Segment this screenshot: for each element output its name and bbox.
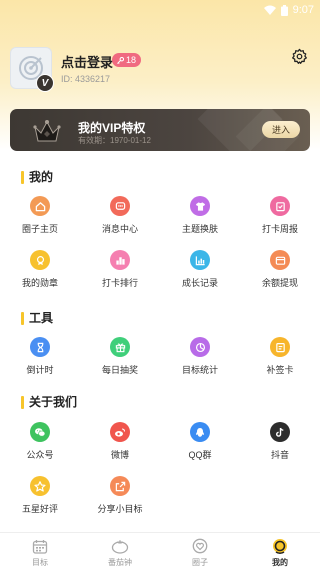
tab-label: 目标: [32, 558, 48, 567]
menu-item-countdown[interactable]: 倒计时: [0, 337, 80, 381]
crown-icon: [33, 120, 61, 142]
message-icon: [110, 196, 130, 216]
star-icon: [30, 476, 50, 496]
medal-icon: [30, 250, 50, 270]
checkin-report-icon: [270, 196, 290, 216]
menu-item-growth-record[interactable]: 成长记录: [160, 250, 240, 294]
menu-item-label: 补签卡: [266, 365, 294, 375]
menu-item-label: 公众号: [26, 450, 54, 460]
home-icon: [30, 196, 50, 216]
share-icon: [110, 476, 130, 496]
profile-icon: [271, 538, 289, 554]
qq-icon: [190, 422, 210, 442]
menu-item-label: 倒计时: [26, 365, 54, 375]
gift-icon: [110, 337, 130, 357]
bar-chart-icon: [190, 250, 210, 270]
hourglass-icon: [30, 337, 50, 357]
menu-item-label: 我的勋章: [21, 278, 58, 288]
menu-item-themes[interactable]: 主题换肤: [160, 196, 240, 240]
user-id: ID: 4336217: [61, 74, 111, 84]
menu-item-label: 每日抽奖: [101, 365, 138, 375]
vip-expiry: 有效期：1970-01-12: [78, 136, 151, 145]
wechat-icon: [30, 422, 50, 442]
menu-item-official-account[interactable]: 公众号: [0, 422, 80, 466]
menu-item-weekly-report[interactable]: 打卡周报: [240, 196, 320, 240]
vip-badge: V: [36, 74, 54, 92]
ranking-icon: [110, 250, 130, 270]
tab-label: 番茄钟: [108, 558, 132, 567]
battery-icon: [280, 4, 288, 16]
bottom-tab-bar: 目标 番茄钟 圈子 我的: [0, 532, 320, 569]
tab-pomodoro[interactable]: 番茄钟: [80, 533, 160, 569]
menu-item-qq-group[interactable]: QQ群: [160, 422, 240, 466]
level-badge: 18: [112, 53, 142, 67]
tomato-icon: [111, 538, 129, 554]
card-icon: [270, 337, 290, 357]
login-button[interactable]: 点击登录: [61, 52, 113, 71]
menu-item-ranking[interactable]: 打卡排行: [80, 250, 160, 294]
menu-item-withdraw[interactable]: 余额提现: [240, 250, 320, 294]
tab-circles[interactable]: 圈子: [160, 533, 240, 569]
menu-item-label: 目标统计: [181, 365, 218, 375]
menu-item-label: 圈子主页: [21, 224, 58, 234]
settings-button[interactable]: [289, 46, 309, 66]
douyin-icon: [270, 422, 290, 442]
tab-label: 圈子: [192, 558, 208, 567]
vip-title: 我的VIP特权: [78, 121, 146, 135]
menu-item-five-star-review[interactable]: 五星好评: [0, 476, 80, 520]
menu-item-label: 抖音: [270, 450, 289, 460]
menu-item-daily-lottery[interactable]: 每日抽奖: [80, 337, 160, 381]
tab-goals[interactable]: 目标: [0, 533, 80, 569]
wifi-icon: [263, 5, 276, 15]
menu-item-label: 余额提现: [261, 278, 298, 288]
section-title-about: 关于我们: [21, 396, 77, 409]
menu-item-circle-home[interactable]: 圈子主页: [0, 196, 80, 240]
menu-item-label: 打卡周报: [261, 224, 298, 234]
menu-item-label: 成长记录: [181, 278, 218, 288]
key-icon: [117, 56, 124, 64]
status-bar: 9:07: [0, 0, 320, 20]
menu-item-label: 分享小目标: [97, 504, 143, 514]
menu-item-label: 微博: [110, 450, 129, 460]
section-title-mine: 我的: [21, 171, 53, 184]
shirt-icon: [190, 196, 210, 216]
heart-circle-icon: [191, 538, 209, 554]
tab-label: 我的: [272, 558, 288, 567]
menu-item-share[interactable]: 分享小目标: [80, 476, 160, 520]
menu-item-label: 消息中心: [101, 224, 138, 234]
menu-item-label: 打卡排行: [101, 278, 138, 288]
menu-item-weibo[interactable]: 微博: [80, 422, 160, 466]
menu-item-douyin[interactable]: 抖音: [240, 422, 320, 466]
pie-chart-icon: [190, 337, 210, 357]
level-value: 18: [126, 55, 137, 65]
menu-item-goal-stats[interactable]: 目标统计: [160, 337, 240, 381]
menu-item-label: 主题换肤: [181, 224, 218, 234]
menu-item-makeup-card[interactable]: 补签卡: [240, 337, 320, 381]
menu-item-label: 五星好评: [21, 504, 58, 514]
wallet-icon: [270, 250, 290, 270]
status-time: 9:07: [292, 4, 314, 16]
section-title-tools: 工具: [21, 312, 53, 325]
vip-enter-button[interactable]: 进入: [262, 121, 300, 138]
menu-item-messages[interactable]: 消息中心: [80, 196, 160, 240]
menu-item-medals[interactable]: 我的勋章: [0, 250, 80, 294]
weibo-icon: [110, 422, 130, 442]
tab-mine[interactable]: 我的: [240, 533, 320, 569]
calendar-icon: [31, 538, 49, 554]
gear-icon: [291, 48, 307, 64]
menu-item-label: QQ群: [188, 450, 212, 460]
